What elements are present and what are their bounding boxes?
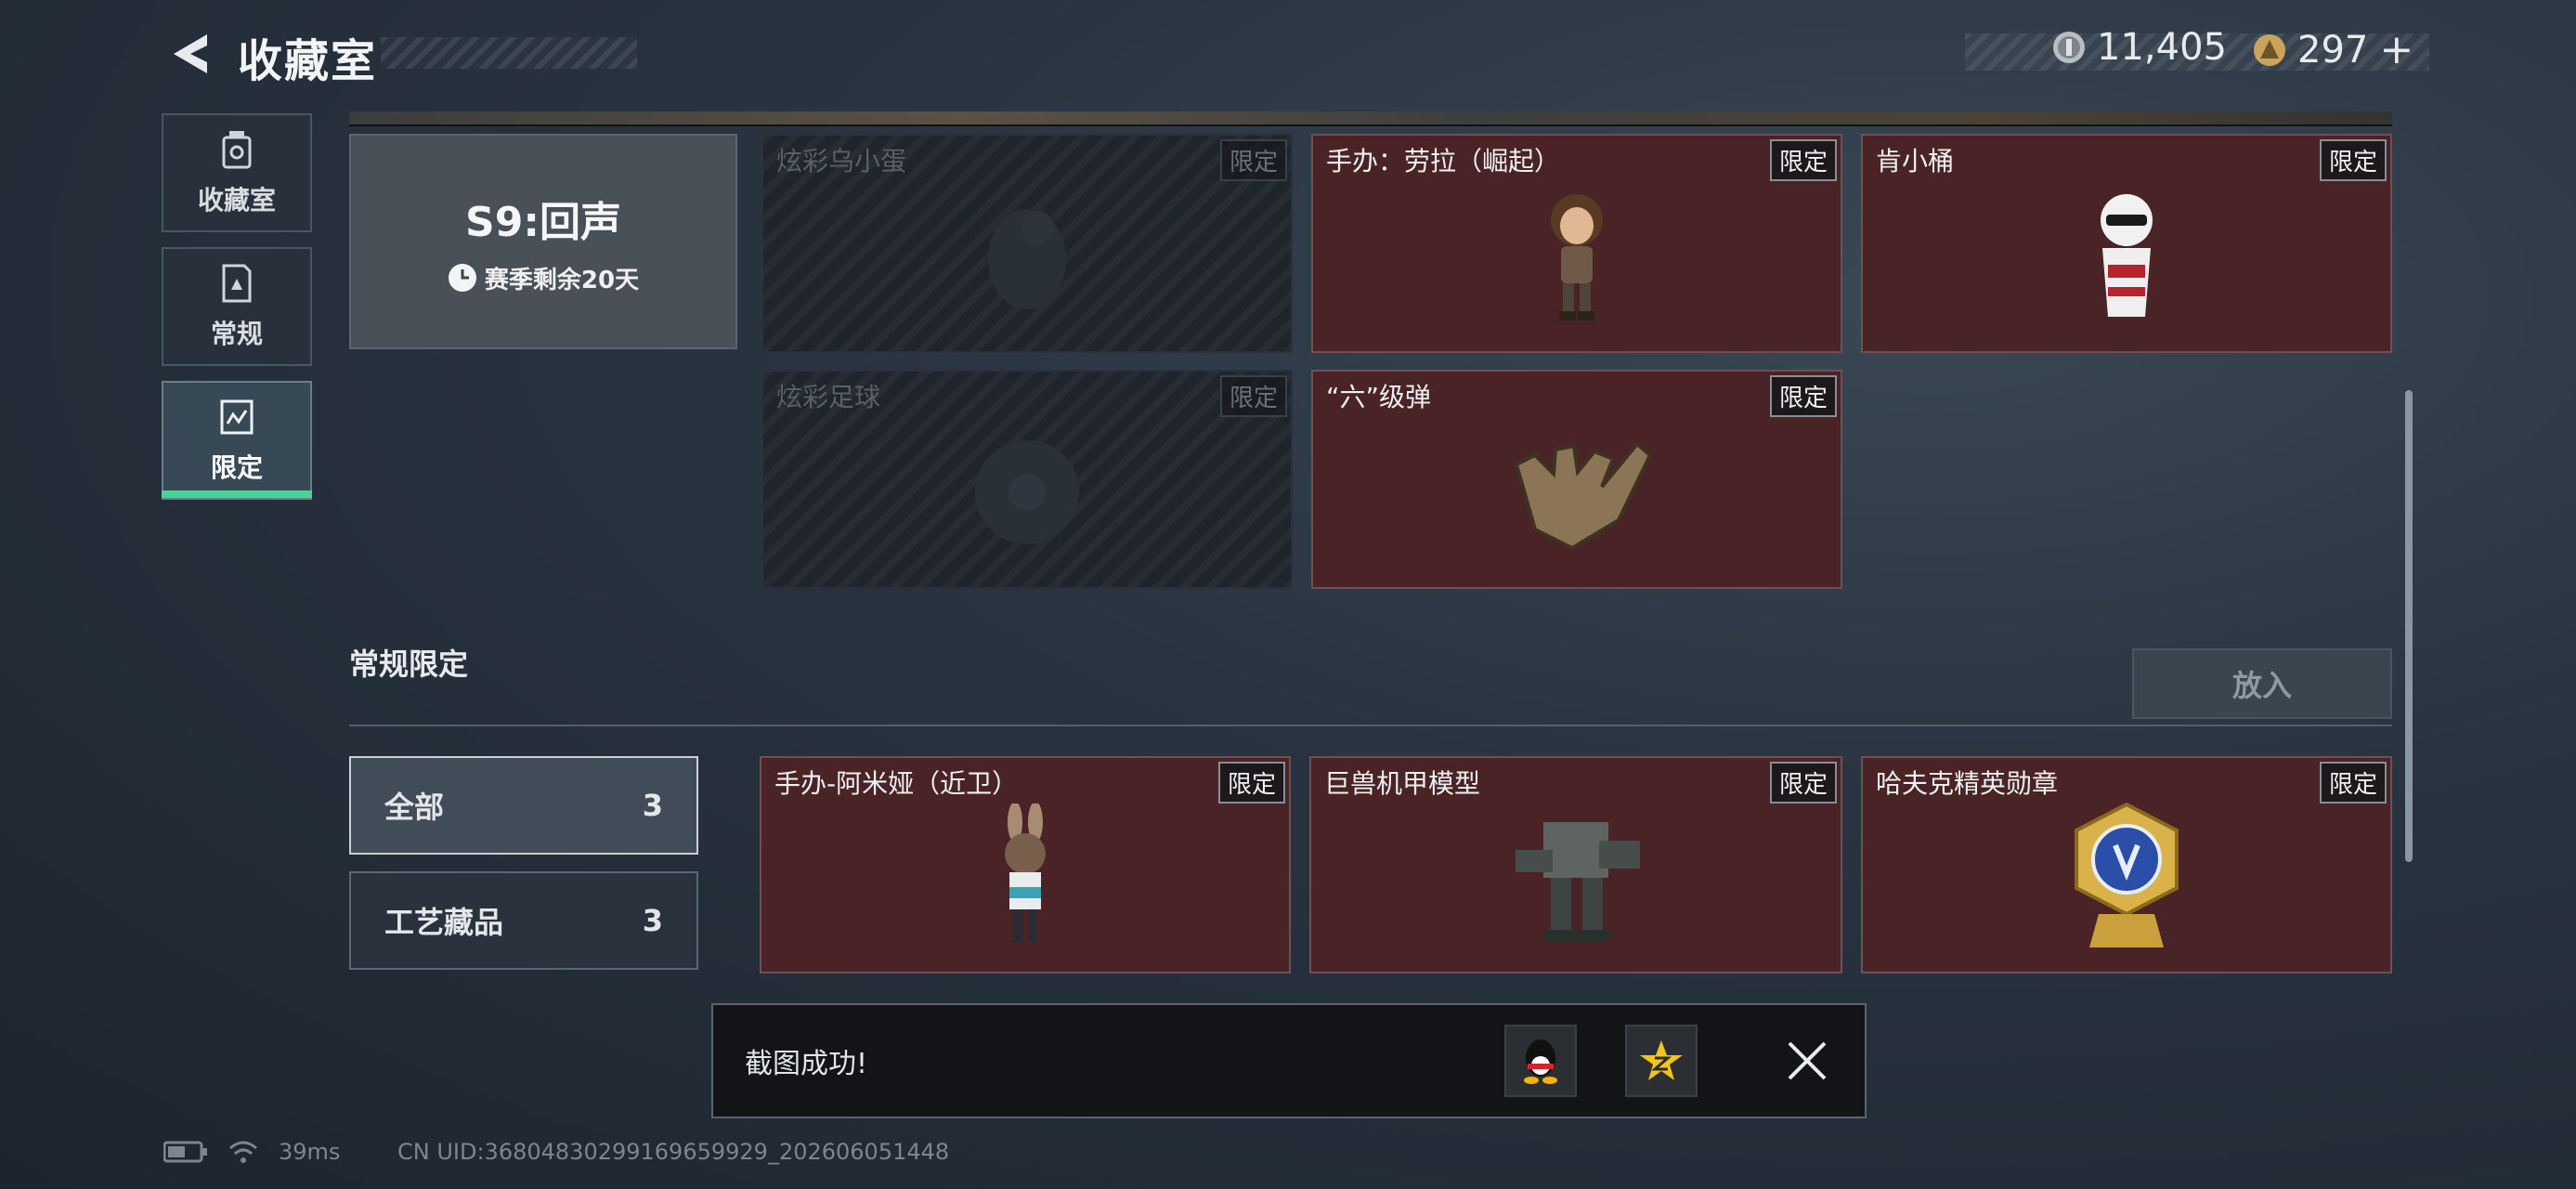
status-bar: 39ms: [163, 1139, 340, 1165]
put-in-button[interactable]: 放入: [2132, 648, 2392, 719]
card-name: 哈夫克精英勋章: [1876, 768, 2059, 799]
nav-label-collection-room: 收藏室: [197, 185, 276, 216]
collectible-card[interactable]: “六”级弹 限定: [1311, 370, 1842, 589]
filter-count: 3: [642, 903, 663, 938]
share-qzone-button[interactable]: [1625, 1025, 1698, 1097]
limited-badge: 限定: [1219, 139, 1287, 181]
ping-value: 39ms: [279, 1139, 341, 1165]
amiya-figure-icon: [1005, 803, 1046, 943]
wifi-icon: [229, 1141, 257, 1163]
season-remaining: 赛季剩余20天: [448, 261, 639, 295]
season-title: S9:回声: [465, 198, 621, 246]
clock-icon: [448, 264, 476, 292]
card-name: 炫彩乌小蛋: [776, 146, 907, 176]
collectible-card[interactable]: 肯小桶 限定: [1861, 134, 2392, 353]
share-qq-button[interactable]: [1504, 1025, 1577, 1097]
collectible-card[interactable]: 哈夫克精英勋章 限定: [1861, 756, 2392, 973]
kfc-bucket-figure-icon: [2101, 193, 2153, 317]
nav-label-regular: 常规: [210, 319, 263, 349]
close-icon: [1788, 1041, 1827, 1080]
battery-icon: [163, 1141, 207, 1163]
nav-label-limited: 限定: [210, 452, 263, 483]
card-name: 手办：劳拉（崛起）: [1326, 146, 1561, 176]
currency-secondary-value: 297: [2297, 28, 2369, 72]
limited-badge: 限定: [1769, 375, 1837, 417]
season-banner-strip: [349, 111, 2392, 126]
filter-label: 全部: [384, 790, 445, 825]
limited-badge: 限定: [1769, 139, 1837, 181]
lara-figure-icon: [1551, 193, 1603, 320]
qq-icon: [1524, 1039, 1557, 1084]
close-toast-button[interactable]: [1781, 1035, 1833, 1087]
limited-badge: 限定: [1217, 762, 1285, 804]
add-currency-button[interactable]: +: [2379, 26, 2413, 73]
nav-tab-regular[interactable]: 常规: [162, 247, 312, 366]
season-remaining-text: 赛季剩余20天: [484, 266, 640, 294]
filter-label: 工艺藏品: [384, 905, 504, 940]
card-name: “六”级弹: [1326, 382, 1432, 412]
nav-tab-collection-room[interactable]: 收藏室: [162, 113, 312, 232]
nav-tab-limited[interactable]: 限定: [162, 381, 312, 500]
back-button[interactable]: [158, 24, 217, 84]
collectible-card[interactable]: 手办-阿米娅（近卫） 限定: [760, 756, 1291, 973]
uid-text: CN UID:3680483029916965992​9_20260605144…: [397, 1139, 950, 1165]
title-decoration: [381, 37, 637, 69]
screenshot-toast: 截图成功!: [711, 1003, 1867, 1118]
collectible-card[interactable]: 手办：劳拉（崛起） 限定: [1311, 134, 1842, 353]
limited-badge: 限定: [2319, 139, 2387, 181]
collectible-card[interactable]: 炫彩足球 限定: [761, 370, 1293, 589]
card-name: 肯小桶: [1876, 146, 1955, 176]
currency-primary-value: 11,405: [2097, 26, 2227, 69]
card-name: 手办-阿米娅（近卫）: [774, 768, 1019, 799]
limited-icon: [220, 399, 254, 435]
card-name: 巨兽机甲模型: [1324, 768, 1481, 799]
bullet-hand-icon: [1514, 441, 1653, 551]
filter-craft-collection[interactable]: 工艺藏品 3: [349, 871, 698, 970]
limited-badge: 限定: [2319, 762, 2387, 804]
limited-badge: 限定: [1769, 762, 1837, 804]
gold-coin-icon: [2254, 33, 2285, 66]
football-silhouette-icon: [975, 439, 1079, 544]
mech-model-icon: [1516, 821, 1640, 941]
rainbow-egg-silhouette-icon: [988, 208, 1066, 309]
elite-medal-icon: [2075, 802, 2179, 947]
nav-active-indicator: [162, 490, 312, 498]
toast-message: 截图成功!: [745, 1048, 868, 1080]
filter-count: 3: [642, 788, 663, 823]
collectible-card[interactable]: 炫彩乌小蛋 限定: [761, 134, 1293, 353]
season-card: S9:回声 赛季剩余20天: [349, 134, 737, 349]
currency-primary: 11,405: [2052, 26, 2227, 69]
card-name: 炫彩足球: [776, 382, 881, 412]
section-title: 常规限定: [349, 647, 469, 682]
qzone-icon: [1640, 1040, 1683, 1080]
document-icon: [222, 264, 252, 303]
trash-can-icon: [222, 131, 252, 169]
limited-badge: 限定: [1219, 375, 1287, 417]
page-title: 收藏室: [238, 35, 378, 87]
filter-all[interactable]: 全部 3: [349, 756, 698, 855]
silver-coin-icon: [2053, 32, 2085, 63]
currency-secondary[interactable]: 297 +: [2253, 26, 2413, 73]
back-arrow-icon: [174, 34, 207, 73]
section-divider: [349, 725, 2392, 726]
collectible-card[interactable]: 巨兽机甲模型 限定: [1309, 756, 1842, 973]
scrollbar[interactable]: [2405, 390, 2413, 862]
